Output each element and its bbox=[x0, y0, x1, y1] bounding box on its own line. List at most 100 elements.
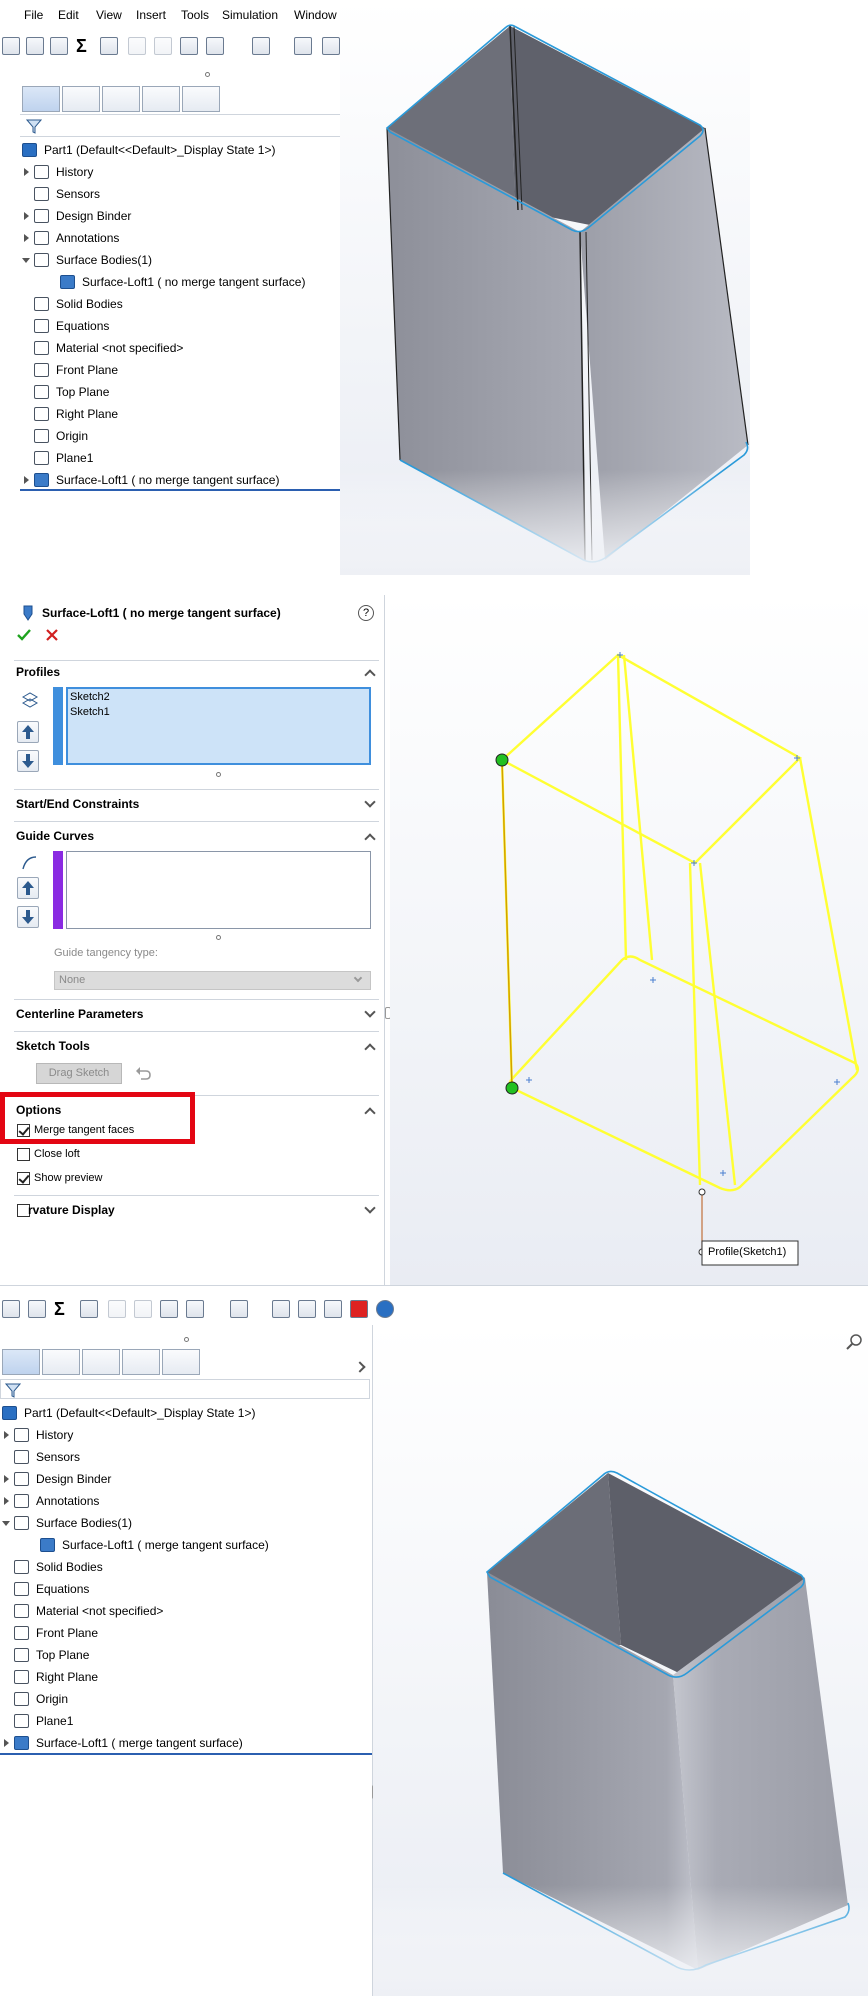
chevron-up-icon[interactable] bbox=[364, 833, 376, 845]
tree-item[interactable]: Material <not specified> bbox=[20, 338, 340, 358]
tree-item[interactable]: Origin bbox=[20, 426, 340, 446]
tree-item[interactable]: Design Binder bbox=[0, 1469, 320, 1489]
expand-arrow-icon[interactable] bbox=[4, 1431, 9, 1439]
graphics-area[interactable]: Profile(Sketch1) bbox=[390, 595, 868, 1285]
rollback-bar[interactable] bbox=[0, 1753, 372, 1755]
move-up-button[interactable] bbox=[17, 721, 39, 743]
filter-icon[interactable] bbox=[5, 1382, 21, 1398]
profile-callout-label[interactable]: Profile(Sketch1) bbox=[708, 1246, 786, 1258]
zoom-magnifier-icon[interactable] bbox=[845, 1333, 863, 1351]
tab-display-manager[interactable] bbox=[162, 1349, 200, 1375]
chevron-up-icon[interactable] bbox=[364, 1107, 376, 1119]
merge-tangent-checkbox[interactable] bbox=[17, 1124, 30, 1137]
expand-arrow-icon[interactable] bbox=[24, 476, 29, 484]
tab-dimxpert[interactable] bbox=[142, 86, 180, 112]
chevron-right-icon[interactable] bbox=[354, 1361, 366, 1373]
assembly-icon[interactable] bbox=[294, 37, 312, 55]
profiles-heading[interactable]: Profiles bbox=[16, 662, 60, 682]
tab-property-manager[interactable] bbox=[62, 86, 100, 112]
cancel-x-icon[interactable] bbox=[45, 628, 59, 642]
assembly-icon[interactable] bbox=[272, 1300, 290, 1318]
guide-curves-heading[interactable]: Guide Curves bbox=[16, 826, 94, 846]
mirror-icon[interactable] bbox=[128, 37, 146, 55]
part-icon[interactable] bbox=[26, 37, 44, 55]
tree-item[interactable]: Material <not specified> bbox=[0, 1601, 320, 1621]
rebuild-icon[interactable] bbox=[2, 37, 20, 55]
copy-icon[interactable] bbox=[160, 1300, 178, 1318]
options-heading[interactable]: Options bbox=[16, 1100, 61, 1120]
export-icon[interactable] bbox=[252, 37, 270, 55]
tree-item[interactable]: Front Plane bbox=[0, 1623, 320, 1643]
tree-item[interactable]: Equations bbox=[20, 316, 340, 336]
profile-point-icon[interactable] bbox=[495, 753, 509, 767]
expand-arrow-icon[interactable] bbox=[24, 212, 29, 220]
sigma-icon[interactable]: Σ bbox=[76, 36, 87, 57]
shaded-icon[interactable] bbox=[322, 37, 340, 55]
profile-point-icon[interactable] bbox=[505, 1081, 519, 1095]
tab-feature-manager[interactable] bbox=[2, 1349, 40, 1375]
box-icon[interactable] bbox=[28, 1300, 46, 1318]
graphics-area[interactable] bbox=[340, 0, 750, 575]
move-down-button[interactable] bbox=[17, 750, 39, 772]
export-icon[interactable] bbox=[230, 1300, 248, 1318]
scissors-icon[interactable] bbox=[80, 1300, 98, 1318]
checklist-icon[interactable] bbox=[324, 1300, 342, 1318]
tree-item[interactable]: Surface Bodies(1) bbox=[0, 1513, 320, 1533]
chevron-up-icon[interactable] bbox=[364, 1043, 376, 1055]
tab-dimxpert[interactable] bbox=[122, 1349, 160, 1375]
tree-item[interactable]: Solid Bodies bbox=[20, 294, 340, 314]
guide-curves-listbox[interactable] bbox=[66, 851, 371, 929]
chevron-down-icon[interactable] bbox=[364, 1006, 376, 1018]
tree-item[interactable]: Sensors bbox=[0, 1447, 320, 1467]
tree-item[interactable]: Plane1 bbox=[20, 448, 340, 468]
chevron-up-icon[interactable] bbox=[364, 669, 376, 681]
tree-item[interactable]: Surface-Loft1 ( no merge tangent surface… bbox=[20, 272, 340, 292]
sketch-tools-heading[interactable]: Sketch Tools bbox=[16, 1036, 90, 1056]
expand-arrow-icon[interactable] bbox=[4, 1475, 9, 1483]
start-end-constraints-heading[interactable]: Start/End Constraints bbox=[16, 794, 139, 814]
options-gear-icon[interactable] bbox=[376, 1300, 394, 1318]
collapse-arrow-icon[interactable] bbox=[2, 1521, 10, 1526]
tree-item[interactable]: Annotations bbox=[20, 228, 340, 248]
tree-item[interactable]: Surface-Loft1 ( merge tangent surface) bbox=[0, 1733, 320, 1753]
tree-item[interactable]: Top Plane bbox=[20, 382, 340, 402]
tree-item[interactable]: Surface-Loft1 ( merge tangent surface) bbox=[0, 1535, 320, 1555]
menu-edit[interactable]: Edit bbox=[58, 8, 79, 22]
profile-item[interactable]: Sketch1 bbox=[70, 706, 110, 718]
help-icon[interactable]: ? bbox=[358, 605, 374, 621]
resize-grip-icon[interactable] bbox=[205, 72, 210, 77]
tree-item[interactable]: Surface-Loft1 ( no merge tangent surface… bbox=[20, 470, 340, 490]
box-icon[interactable] bbox=[2, 1300, 20, 1318]
tree-item[interactable]: Equations bbox=[0, 1579, 320, 1599]
tree-item[interactable]: Surface Bodies(1) bbox=[20, 250, 340, 270]
expand-arrow-icon[interactable] bbox=[4, 1497, 9, 1505]
show-preview-checkbox[interactable] bbox=[17, 1172, 30, 1185]
expand-arrow-icon[interactable] bbox=[24, 234, 29, 242]
expand-arrow-icon[interactable] bbox=[4, 1739, 9, 1747]
tab-feature-manager[interactable] bbox=[22, 86, 60, 112]
snap-icon[interactable] bbox=[134, 1300, 152, 1318]
tree-item[interactable]: History bbox=[0, 1425, 320, 1445]
menu-tools[interactable]: Tools bbox=[181, 8, 209, 22]
menu-file[interactable]: File bbox=[24, 8, 43, 22]
tree-item[interactable]: Top Plane bbox=[0, 1645, 320, 1665]
tree-item[interactable]: Annotations bbox=[0, 1491, 320, 1511]
tree-item[interactable]: History bbox=[20, 162, 340, 182]
tree-item[interactable]: Front Plane bbox=[20, 360, 340, 380]
filter-icon[interactable] bbox=[26, 118, 42, 134]
guide-move-down-button[interactable] bbox=[17, 906, 39, 928]
close-loft-checkbox[interactable] bbox=[17, 1148, 30, 1161]
drag-sketch-button[interactable]: Drag Sketch bbox=[36, 1063, 122, 1084]
collapse-arrow-icon[interactable] bbox=[22, 258, 30, 263]
tree-item[interactable]: Right Plane bbox=[0, 1667, 320, 1687]
chevron-down-icon[interactable] bbox=[364, 1202, 376, 1214]
curvature-display-heading[interactable]: rvature Display bbox=[28, 1200, 115, 1220]
tree-item[interactable]: Sensors bbox=[20, 184, 340, 204]
tree-item[interactable]: Right Plane bbox=[20, 404, 340, 424]
mirror-icon[interactable] bbox=[108, 1300, 126, 1318]
tab-configuration-manager[interactable] bbox=[102, 86, 140, 112]
expand-arrow-icon[interactable] bbox=[24, 168, 29, 176]
menu-window[interactable]: Window bbox=[294, 8, 337, 22]
tab-display-manager[interactable] bbox=[182, 86, 220, 112]
tree-item[interactable]: Plane1 bbox=[0, 1711, 320, 1731]
